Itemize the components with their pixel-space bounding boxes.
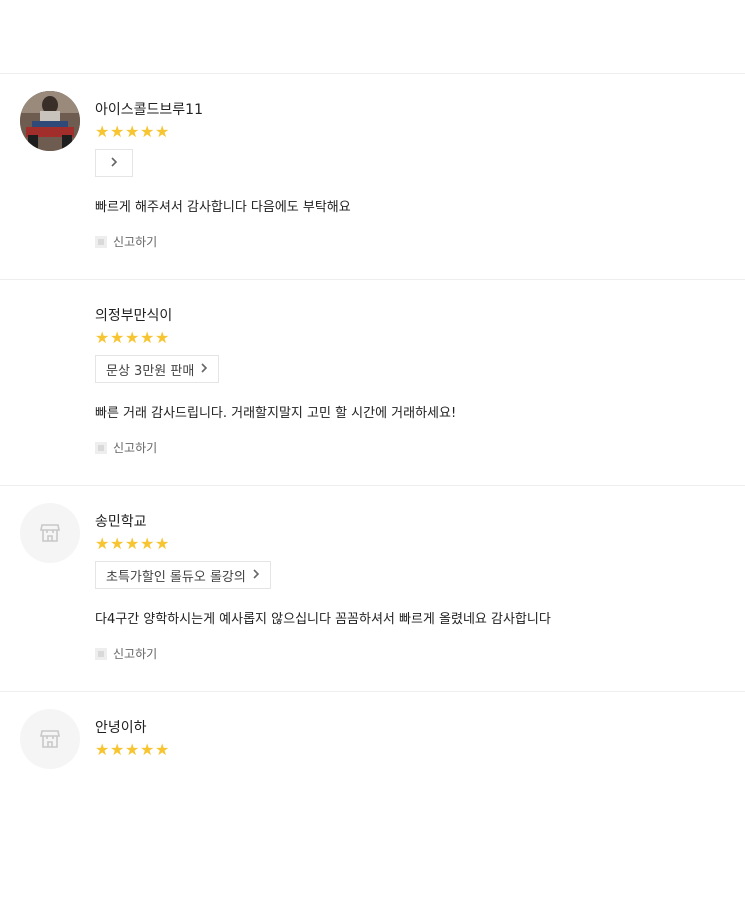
review-content: 아이스콜드브루11 ★ ★ ★ ★ ★ 빠르게 해주셔서 감사합니다 다음에도 … xyxy=(95,101,725,250)
star-rating: ★ ★ ★ ★ ★ xyxy=(95,741,725,759)
star-icon: ★ xyxy=(95,122,110,141)
avatar[interactable] xyxy=(20,503,80,563)
star-icon: ★ xyxy=(95,328,110,347)
shop-icon xyxy=(40,730,60,748)
reviewer-name[interactable]: 아이스콜드브루11 xyxy=(95,101,725,119)
report-label: 신고하기 xyxy=(113,235,158,249)
chevron-right-icon xyxy=(110,156,118,171)
star-icon: ★ xyxy=(155,534,170,553)
star-icon: ★ xyxy=(125,740,140,759)
chevron-right-icon xyxy=(200,362,208,377)
star-icon: ★ xyxy=(125,328,140,347)
report-button[interactable]: 신고하기 xyxy=(95,439,725,456)
report-button[interactable]: 신고하기 xyxy=(95,233,725,250)
star-icon: ★ xyxy=(140,534,155,553)
product-link-button[interactable]: 문상 3만원 판매 xyxy=(95,355,220,383)
star-icon: ★ xyxy=(140,328,155,347)
product-link-button[interactable]: 초특가할인 롤듀오 롤강의 xyxy=(95,561,271,589)
review-content: 안녕이하 ★ ★ ★ ★ ★ xyxy=(95,719,725,759)
review-item: 송민학교 ★ ★ ★ ★ ★ 초특가할인 롤듀오 롤강의 다4구간 양학하시는게… xyxy=(0,485,745,691)
shop-icon xyxy=(40,524,60,542)
star-icon: ★ xyxy=(155,740,170,759)
report-icon xyxy=(95,235,107,248)
reviewer-name[interactable]: 송민학교 xyxy=(95,513,725,531)
report-label: 신고하기 xyxy=(113,441,158,455)
review-item: 안녕이하 ★ ★ ★ ★ ★ xyxy=(0,691,745,897)
report-icon xyxy=(95,441,107,454)
star-rating: ★ ★ ★ ★ ★ xyxy=(95,535,725,553)
star-icon: ★ xyxy=(155,122,170,141)
product-link-label: 초특가할인 롤듀오 롤강의 xyxy=(106,569,246,585)
avatar[interactable] xyxy=(20,91,80,151)
star-icon: ★ xyxy=(95,534,110,553)
reviewer-name[interactable]: 안녕이하 xyxy=(95,719,725,737)
avatar[interactable] xyxy=(20,297,80,357)
review-content: 송민학교 ★ ★ ★ ★ ★ 초특가할인 롤듀오 롤강의 다4구간 양학하시는게… xyxy=(95,513,725,662)
star-icon: ★ xyxy=(110,740,125,759)
review-item: 의정부만식이 ★ ★ ★ ★ ★ 문상 3만원 판매 빠른 거래 감사드립니다.… xyxy=(0,279,745,485)
report-button[interactable]: 신고하기 xyxy=(95,645,725,662)
avatar[interactable] xyxy=(20,709,80,769)
star-rating: ★ ★ ★ ★ ★ xyxy=(95,329,725,347)
product-link-button[interactable] xyxy=(95,149,133,177)
star-icon: ★ xyxy=(140,740,155,759)
profile-photo xyxy=(20,91,80,151)
report-icon xyxy=(95,647,107,660)
review-list: 아이스콜드브루11 ★ ★ ★ ★ ★ 빠르게 해주셔서 감사합니다 다음에도 … xyxy=(0,73,745,897)
product-link-label: 문상 3만원 판매 xyxy=(106,363,195,379)
star-icon: ★ xyxy=(110,534,125,553)
star-icon: ★ xyxy=(125,534,140,553)
review-content: 의정부만식이 ★ ★ ★ ★ ★ 문상 3만원 판매 빠른 거래 감사드립니다.… xyxy=(95,307,725,456)
star-icon: ★ xyxy=(140,122,155,141)
review-comment: 빠르게 해주셔서 감사합니다 다음에도 부탁해요 xyxy=(95,200,351,215)
review-item: 아이스콜드브루11 ★ ★ ★ ★ ★ 빠르게 해주셔서 감사합니다 다음에도 … xyxy=(0,73,745,279)
review-comment: 빠른 거래 감사드립니다. 거래할지말지 고민 할 시간에 거래하세요! xyxy=(95,406,457,421)
star-icon: ★ xyxy=(110,328,125,347)
star-rating: ★ ★ ★ ★ ★ xyxy=(95,123,725,141)
star-icon: ★ xyxy=(155,328,170,347)
review-comment: 다4구간 양학하시는게 예사롭지 않으십니다 꼼꼼하셔서 빠르게 올렸네요 감사… xyxy=(95,612,551,627)
reviewer-name[interactable]: 의정부만식이 xyxy=(95,307,725,325)
star-icon: ★ xyxy=(110,122,125,141)
chevron-right-icon xyxy=(252,568,260,583)
report-label: 신고하기 xyxy=(113,647,158,661)
star-icon: ★ xyxy=(125,122,140,141)
star-icon: ★ xyxy=(95,740,110,759)
